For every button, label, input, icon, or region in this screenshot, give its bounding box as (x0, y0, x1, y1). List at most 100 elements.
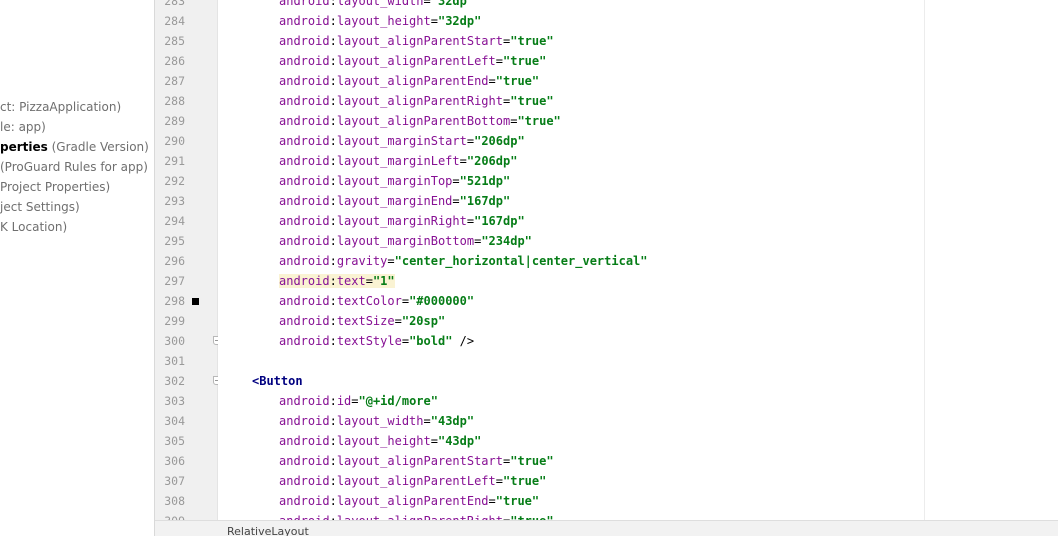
project-tree-item[interactable]: ct: PizzaApplication) (0, 97, 121, 117)
attribute-value: "center_horizontal|center_vertical" (394, 254, 648, 268)
xml-tag: <Button (252, 374, 303, 388)
xml-attribute: android:id="@+id/more" (279, 394, 438, 408)
line-number: 307 (164, 474, 185, 488)
code-line[interactable]: android:text="1" (279, 271, 395, 291)
project-tree-item[interactable]: (ProGuard Rules for app) (0, 157, 148, 177)
xml-attribute: android:layout_alignParentEnd="true" (279, 494, 539, 508)
attribute-value: "@+id/more" (358, 394, 438, 408)
attribute-value: "true" (510, 34, 554, 48)
attribute-value: "206dp" (474, 134, 525, 148)
line-number: 300 (164, 334, 185, 348)
namespace-separator: : (329, 234, 337, 248)
attribute-name: layout_height (336, 14, 431, 28)
code-line[interactable]: android:layout_alignParentStart="true" (279, 451, 554, 471)
line-number: 303 (164, 394, 185, 408)
code-line[interactable]: android:layout_height="43dp" (279, 431, 481, 451)
code-line[interactable]: android:textSize="20sp" (279, 311, 445, 331)
code-line[interactable]: android:layout_marginEnd="167dp" (279, 191, 510, 211)
attribute-name: text (336, 274, 366, 288)
namespace-separator: : (329, 414, 337, 428)
attribute-name: layout_width (336, 414, 424, 428)
attribute-namespace: android (279, 234, 330, 248)
attribute-namespace: android (279, 194, 330, 208)
namespace-separator: : (329, 434, 337, 448)
line-number: 302 (164, 374, 185, 388)
project-tree-item[interactable]: Project Properties) (0, 177, 110, 197)
code-line[interactable]: android:layout_height="32dp" (279, 11, 481, 31)
tree-item-label: (ProGuard Rules for app) (0, 160, 148, 174)
code-line[interactable]: android:layout_marginLeft="206dp" (279, 151, 517, 171)
namespace-separator: : (329, 454, 337, 468)
code-line[interactable]: android:layout_alignParentRight="true" (279, 511, 554, 520)
line-number: 298 (164, 294, 185, 308)
attribute-name: layout_marginEnd (336, 194, 453, 208)
code-line[interactable]: <Button (252, 371, 303, 391)
attribute-name: layout_marginBottom (336, 234, 475, 248)
code-line[interactable]: android:layout_alignParentLeft="true" (279, 471, 546, 491)
code-line[interactable]: android:layout_alignParentRight="true" (279, 91, 554, 111)
code-editor[interactable]: android:layout_width="32dp" android:layou… (218, 0, 1058, 520)
code-line[interactable]: android:id="@+id/more" (279, 391, 438, 411)
xml-attribute: android:layout_marginTop="521dp" (279, 174, 510, 188)
attribute-name: layout_marginRight (336, 214, 467, 228)
line-number: 289 (164, 114, 185, 128)
attribute-namespace: android (279, 294, 330, 308)
code-line[interactable]: android:layout_alignParentStart="true" (279, 31, 554, 51)
attribute-name: layout_alignParentStart (336, 34, 503, 48)
equals-sign: = (430, 434, 438, 448)
project-tree-item[interactable]: le: app) (0, 117, 46, 137)
line-number: 291 (164, 154, 185, 168)
code-line[interactable]: android:layout_marginRight="167dp" (279, 211, 525, 231)
xml-attribute: android:layout_marginBottom="234dp" (279, 234, 532, 248)
code-line[interactable]: android:layout_alignParentEnd="true" (279, 491, 539, 511)
attribute-namespace: android (279, 314, 330, 328)
equals-sign: = (452, 194, 460, 208)
attribute-namespace: android (279, 494, 330, 508)
equals-sign: = (488, 494, 496, 508)
bookmark-marker-icon[interactable] (192, 298, 199, 305)
code-line[interactable]: android:layout_marginStart="206dp" (279, 131, 525, 151)
code-line[interactable]: android:layout_alignParentLeft="true" (279, 51, 546, 71)
attribute-value: "1" (372, 274, 395, 288)
tree-item-label: K Location) (0, 220, 68, 234)
attribute-value: "true" (503, 54, 547, 68)
namespace-separator: : (329, 294, 337, 308)
project-tree-item[interactable]: K Location) (0, 217, 67, 237)
code-line[interactable]: android:layout_alignParentEnd="true" (279, 71, 539, 91)
attribute-value: "167dp" (474, 214, 525, 228)
attribute-value: "bold" (409, 334, 453, 348)
attribute-value: "true" (510, 94, 554, 108)
tag-close: /> (452, 334, 475, 348)
code-line[interactable]: android:layout_marginTop="521dp" (279, 171, 510, 191)
attribute-name: layout_marginTop (336, 174, 453, 188)
project-tree-item[interactable]: ject Settings) (0, 197, 80, 217)
project-tree-item[interactable]: perties (Gradle Version) (0, 137, 149, 157)
code-line[interactable]: android:layout_alignParentBottom="true" (279, 111, 561, 131)
xml-attribute: android:layout_alignParentStart="true" (279, 34, 554, 48)
equals-sign: = (423, 0, 431, 8)
attribute-namespace: android (279, 154, 330, 168)
attribute-name: layout_width (336, 0, 424, 8)
namespace-separator: : (329, 154, 337, 168)
attribute-namespace: android (279, 114, 330, 128)
equals-sign: = (495, 54, 503, 68)
code-line[interactable]: android:layout_marginBottom="234dp" (279, 231, 532, 251)
attribute-namespace: android (279, 214, 330, 228)
tree-item-label: ject Settings) (0, 200, 80, 214)
tree-item-label-bold: perties (0, 140, 48, 154)
code-line[interactable]: android:textStyle="bold" /> (279, 331, 474, 351)
code-line[interactable]: android:layout_width="43dp" (279, 411, 474, 431)
attribute-value: "true" (510, 454, 554, 468)
code-line[interactable]: android:gravity="center_horizontal|cente… (279, 251, 648, 271)
code-line[interactable]: android:layout_width="32dp" (279, 0, 474, 11)
code-line[interactable]: android:textColor="#000000" (279, 291, 474, 311)
line-number: 283 (164, 0, 185, 8)
breadcrumb[interactable]: RelativeLayout (227, 525, 309, 536)
attribute-namespace: android (279, 34, 330, 48)
line-number: 286 (164, 54, 185, 68)
namespace-separator: : (329, 214, 337, 228)
line-number-gutter[interactable]: 283 284 285 286 287 288 289 290 291 292 293 294 295 2… (155, 0, 221, 528)
attribute-value: "521dp" (459, 174, 511, 188)
equals-sign: = (387, 254, 395, 268)
xml-attribute: android:layout_alignParentBottom="true" (279, 114, 561, 128)
